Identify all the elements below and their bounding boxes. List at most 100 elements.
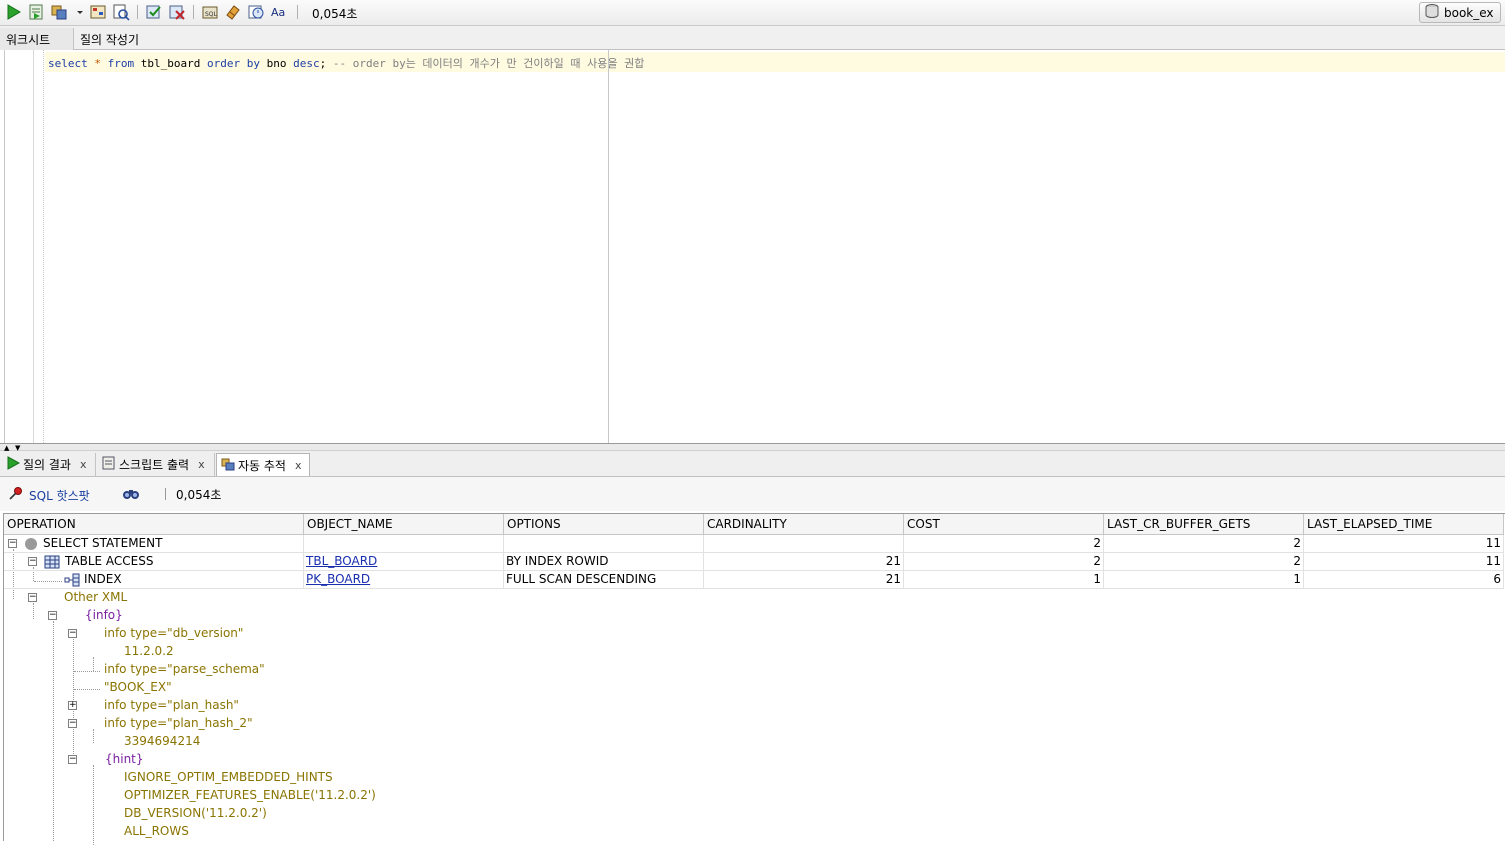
- collapse-icon[interactable]: −: [28, 557, 37, 566]
- code-line[interactable]: select * from tbl_board order by bno des…: [48, 55, 644, 71]
- tab-worksheet[interactable]: 워크시트: [0, 28, 74, 50]
- hint-value: IGNORE_OPTIM_EMBEDDED_HINTS: [124, 770, 333, 784]
- tree-node[interactable]: − info type="plan_hash_2": [4, 715, 1504, 733]
- connection-name: book_ex: [1444, 5, 1494, 20]
- column-header-options[interactable]: OPTIONS: [504, 514, 704, 535]
- column-header-object-name[interactable]: OBJECT_NAME: [304, 514, 504, 535]
- buffer-gets-cell: 1: [1104, 571, 1304, 589]
- tree-node: OPTIMIZER_FEATURES_ENABLE('11.2.0.2'): [4, 787, 1504, 805]
- hint-value: DB_VERSION('11.2.0.2'): [124, 806, 267, 820]
- db-version-value: 11.2.0.2: [124, 644, 174, 658]
- chevron-down-icon[interactable]: [71, 3, 83, 21]
- run-statement-icon[interactable]: [4, 3, 22, 21]
- close-icon[interactable]: x: [80, 458, 87, 471]
- column-header-cost[interactable]: COST: [904, 514, 1104, 535]
- table-row[interactable]: − TABLE ACCESS TBL_BOARD BY INDEX ROWID …: [4, 553, 1504, 571]
- svg-text:Aa: Aa: [271, 6, 285, 19]
- collapse-icon[interactable]: −: [68, 755, 77, 764]
- operation-cell: − TABLE ACCESS: [4, 553, 304, 571]
- unshared-worksheet-icon[interactable]: SQL: [201, 3, 219, 21]
- toolbar-separator: [297, 5, 298, 19]
- tree-node[interactable]: + info type="plan_hash": [4, 697, 1504, 715]
- tab-query-result[interactable]: 질의 결과 x: [2, 453, 96, 476]
- tab-label: 자동 추적: [238, 458, 286, 473]
- tree-node: IGNORE_OPTIM_EMBEDDED_HINTS: [4, 769, 1504, 787]
- statement-terminator: ;: [319, 57, 327, 70]
- operation-cell: INDEX: [4, 571, 304, 589]
- expand-icon[interactable]: +: [68, 701, 77, 710]
- operation-name: TABLE ACCESS: [65, 554, 154, 568]
- table-row[interactable]: INDEX PK_BOARD FULL SCAN DESCENDING 21 1…: [4, 571, 1504, 589]
- buffer-gets-cell: 2: [1104, 535, 1304, 553]
- right-margin-guide: [608, 50, 609, 443]
- keyword-select: select: [48, 57, 88, 70]
- cardinality-cell: 21: [704, 571, 904, 589]
- autotrace-icon[interactable]: [50, 3, 68, 21]
- toolbar-separator: [193, 5, 194, 19]
- collapse-icon[interactable]: −: [68, 629, 77, 638]
- hint-value: OPTIMIZER_FEATURES_ENABLE('11.2.0.2'): [124, 788, 376, 802]
- cost-cell: 2: [904, 553, 1104, 571]
- tree-node[interactable]: − {hint}: [4, 751, 1504, 769]
- collapse-icon[interactable]: −: [68, 719, 77, 728]
- table-identifier: tbl_board: [140, 57, 201, 70]
- tree-node[interactable]: − {info}: [4, 607, 1504, 625]
- binoculars-icon[interactable]: [122, 486, 140, 504]
- tree-node[interactable]: − info type="db_version": [4, 625, 1504, 643]
- run-icon: [6, 456, 21, 473]
- plan-hash-2-value: 3394694214: [124, 734, 201, 748]
- buffer-gets-cell: 2: [1104, 553, 1304, 571]
- operation-name: SELECT STATEMENT: [43, 536, 163, 550]
- sql-editor[interactable]: select * from tbl_board order by bno des…: [4, 50, 1505, 443]
- collapse-icon[interactable]: −: [28, 593, 37, 602]
- object-link[interactable]: TBL_BOARD: [306, 554, 377, 568]
- tab-label: 질의 결과: [23, 458, 71, 472]
- tree-node: ALL_ROWS: [4, 823, 1504, 841]
- cost-cell: 1: [904, 571, 1104, 589]
- collapse-icon[interactable]: −: [8, 539, 17, 548]
- object-name-cell: [304, 535, 504, 553]
- close-icon[interactable]: x: [198, 458, 205, 471]
- column-header-cardinality[interactable]: CARDINALITY: [704, 514, 904, 535]
- cardinality-cell: [704, 535, 904, 553]
- cost-cell: 2: [904, 535, 1104, 553]
- sql-hotspot-button[interactable]: SQL 핫스팟: [8, 486, 90, 504]
- elapsed-time-cell: 11: [1304, 553, 1504, 571]
- tab-query-builder[interactable]: 질의 작성기: [74, 28, 145, 50]
- info-plan-hash: info type="plan_hash": [104, 698, 239, 712]
- commit-icon[interactable]: [145, 3, 163, 21]
- run-script-icon[interactable]: [27, 3, 45, 21]
- explain-plan-icon[interactable]: [89, 3, 107, 21]
- tree-node[interactable]: − Other XML: [4, 589, 1504, 607]
- change-case-icon[interactable]: Aa: [270, 3, 288, 21]
- tab-script-output[interactable]: 스크립트 출력 x: [98, 453, 215, 476]
- script-icon: [102, 456, 116, 473]
- fold-margin: [43, 50, 44, 443]
- hint-node: {hint}: [105, 752, 144, 766]
- index-icon: [64, 573, 80, 588]
- options-cell: [504, 535, 704, 553]
- grid-header: OPERATION OBJECT_NAME OPTIONS CARDINALIT…: [4, 514, 1504, 535]
- table-row[interactable]: − SELECT STATEMENT 2 2 11: [4, 535, 1504, 553]
- connection-selector[interactable]: book_ex: [1419, 2, 1501, 23]
- trace-elapsed-time: 0,054초: [176, 488, 222, 502]
- tab-autotrace[interactable]: 자동 추적 x: [216, 453, 310, 476]
- column-header-last-elapsed-time[interactable]: LAST_ELAPSED_TIME: [1304, 514, 1504, 535]
- pane-splitter[interactable]: ▲ ▼: [0, 443, 1505, 452]
- collapse-icon[interactable]: −: [48, 611, 57, 620]
- sql-hotspot-label: SQL 핫스팟: [29, 488, 90, 503]
- column-header-operation[interactable]: OPERATION: [4, 514, 304, 535]
- sql-history-icon[interactable]: [247, 3, 265, 21]
- tree-node[interactable]: info type="parse_schema": [4, 661, 1504, 679]
- eraser-icon[interactable]: [224, 3, 242, 21]
- keyword-from: from: [107, 57, 135, 70]
- autotrace-icon: [221, 457, 235, 474]
- object-link[interactable]: PK_BOARD: [306, 572, 370, 586]
- sql-tuning-advisor-icon[interactable]: [112, 3, 130, 21]
- close-icon[interactable]: x: [295, 459, 302, 472]
- rollback-icon[interactable]: [168, 3, 186, 21]
- object-name-cell: TBL_BOARD: [304, 553, 504, 571]
- keyword-desc: desc: [293, 57, 320, 70]
- elapsed-time-cell: 11: [1304, 535, 1504, 553]
- column-header-last-cr-buffer-gets[interactable]: LAST_CR_BUFFER_GETS: [1104, 514, 1304, 535]
